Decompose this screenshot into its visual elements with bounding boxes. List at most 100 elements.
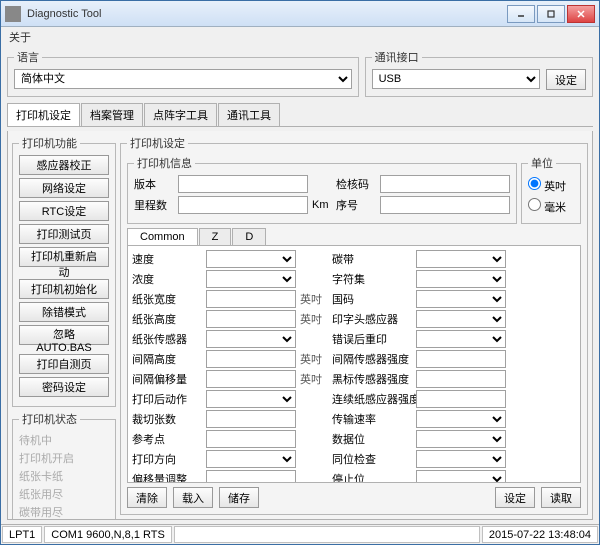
btn-init[interactable]: 打印机初始化 (19, 279, 109, 299)
lbl-media-sensor: 纸张传感器 (132, 331, 202, 347)
btn-rtc[interactable]: RTC设定 (19, 201, 109, 221)
lbl-charset: 字符集 (332, 271, 412, 287)
sel-baud[interactable] (416, 410, 506, 428)
statusbar-port1: LPT1 (2, 526, 42, 543)
tab-printer-settings[interactable]: 打印机设定 (7, 103, 80, 126)
btn-ignore-autobas[interactable]: 忽略 AUTO.BAS (19, 325, 109, 345)
tab-bitmap-font[interactable]: 点阵字工具 (144, 103, 217, 126)
tab-comm-tools[interactable]: 通讯工具 (218, 103, 280, 126)
statusbar-time: 2015-07-22 13:48:04 (482, 526, 598, 543)
lbl-post-action: 打印后动作 (132, 391, 202, 407)
sel-charset[interactable] (416, 270, 506, 288)
btn-clear[interactable]: 清除 (127, 487, 167, 508)
comm-group: 通讯接口 USB 设定 (365, 49, 593, 97)
minimize-button[interactable] (507, 5, 535, 23)
status-ready: 待机中 (19, 431, 109, 449)
btn-password[interactable]: 密码设定 (19, 377, 109, 397)
inp-ref[interactable] (206, 430, 296, 448)
inp-cut[interactable] (206, 410, 296, 428)
radio-mm[interactable] (528, 198, 541, 211)
inp-gap[interactable] (206, 350, 296, 368)
printer-settings-legend: 打印机设定 (127, 135, 188, 151)
sel-media-sensor[interactable] (206, 330, 296, 348)
subtab-common[interactable]: Common (127, 228, 198, 245)
comm-legend: 通讯接口 (372, 49, 422, 65)
comm-set-button[interactable]: 设定 (546, 69, 586, 90)
lbl-gap-strength: 间隔传感器强度 (332, 351, 412, 367)
subtab-z[interactable]: Z (199, 228, 232, 245)
inp-bline-strength[interactable] (416, 370, 506, 388)
btn-read[interactable]: 读取 (541, 487, 581, 508)
input-version[interactable] (178, 175, 308, 193)
app-icon (5, 6, 21, 22)
radio-inch-label[interactable]: 英吋 (528, 175, 574, 196)
lbl-density: 浓度 (132, 271, 202, 287)
radio-inch[interactable] (528, 177, 541, 190)
sel-parity[interactable] (416, 450, 506, 468)
btn-load[interactable]: 载入 (173, 487, 213, 508)
btn-debug[interactable]: 除错模式 (19, 302, 109, 322)
printer-status-group: 打印机状态 待机中 打印机开启 纸张卡纸 纸张用尽 碳带用尽 暂停 打印中 其它… (12, 411, 116, 520)
sel-density[interactable] (206, 270, 296, 288)
unit-legend: 单位 (528, 155, 556, 171)
inp-offset[interactable] (206, 470, 296, 483)
lbl-checksum: 检核码 (336, 176, 376, 192)
sel-speed[interactable] (206, 250, 296, 268)
btn-restart[interactable]: 打印机重新启动 (19, 247, 109, 267)
radio-mm-label[interactable]: 毫米 (528, 196, 574, 217)
sel-ribbon[interactable] (416, 250, 506, 268)
inp-cont-strength[interactable] (416, 390, 506, 408)
inp-width[interactable] (206, 290, 296, 308)
lbl-parity: 同位检查 (332, 451, 412, 467)
lbl-serial: 序号 (336, 197, 376, 213)
btn-sensor-cal[interactable]: 感应器校正 (19, 155, 109, 175)
lbl-version: 版本 (134, 176, 174, 192)
lbl-gap: 间隔高度 (132, 351, 202, 367)
inp-gap-strength[interactable] (416, 350, 506, 368)
comm-select[interactable]: USB (372, 69, 540, 89)
language-legend: 语言 (14, 49, 42, 65)
lbl-width: 纸张宽度 (132, 291, 202, 307)
lbl-offset: 偏移量调整 (132, 471, 202, 483)
titlebar: Diagnostic Tool (1, 1, 599, 27)
printer-func-legend: 打印机功能 (19, 135, 80, 151)
input-checksum[interactable] (380, 175, 510, 193)
subtabs: Common Z D (127, 228, 581, 245)
lbl-country: 国码 (332, 291, 412, 307)
input-mileage[interactable] (178, 196, 308, 214)
inp-gap-offset[interactable] (206, 370, 296, 388)
lbl-cont-strength: 连续纸感应器强度 (332, 391, 412, 407)
subtab-d[interactable]: D (232, 228, 266, 245)
statusbar-spacer (174, 526, 480, 543)
lbl-mileage: 里程数 (134, 197, 174, 213)
btn-set[interactable]: 设定 (495, 487, 535, 508)
status-jam: 纸张卡纸 (19, 467, 109, 485)
btn-selftest[interactable]: 打印自测页 (19, 354, 109, 374)
status-open: 打印机开启 (19, 449, 109, 467)
main-tabs: 打印机设定 档案管理 点阵字工具 通讯工具 (7, 103, 593, 127)
btn-test-page[interactable]: 打印测试页 (19, 224, 109, 244)
tab-file-mgmt[interactable]: 档案管理 (81, 103, 143, 126)
lbl-bline-strength: 黑标传感器强度 (332, 371, 412, 387)
btn-save[interactable]: 储存 (219, 487, 259, 508)
statusbar-port2: COM1 9600,N,8,1 RTS (44, 526, 172, 543)
language-select[interactable]: 简体中文 (14, 69, 352, 89)
sel-databits[interactable] (416, 430, 506, 448)
status-ribbon-out: 碳带用尽 (19, 503, 109, 520)
statusbar: LPT1 COM1 9600,N,8,1 RTS 2015-07-22 13:4… (1, 524, 599, 544)
sel-head-sensor[interactable] (416, 310, 506, 328)
maximize-button[interactable] (537, 5, 565, 23)
menu-about[interactable]: 关于 (9, 32, 31, 44)
input-serial[interactable] (380, 196, 510, 214)
sel-stopbit[interactable] (416, 470, 506, 483)
sel-reprint[interactable] (416, 330, 506, 348)
unit-group: 单位 英吋 毫米 (521, 155, 581, 224)
inp-height[interactable] (206, 310, 296, 328)
btn-net-config[interactable]: 网络设定 (19, 178, 109, 198)
sel-post-action[interactable] (206, 390, 296, 408)
printer-func-group: 打印机功能 感应器校正 网络设定 RTC设定 打印测试页 打印机重新启动 打印机… (12, 135, 116, 407)
sel-direction[interactable] (206, 450, 296, 468)
printer-settings-group: 打印机设定 打印机信息 版本 检核码 里程数 (120, 135, 588, 515)
close-button[interactable] (567, 5, 595, 23)
sel-country[interactable] (416, 290, 506, 308)
